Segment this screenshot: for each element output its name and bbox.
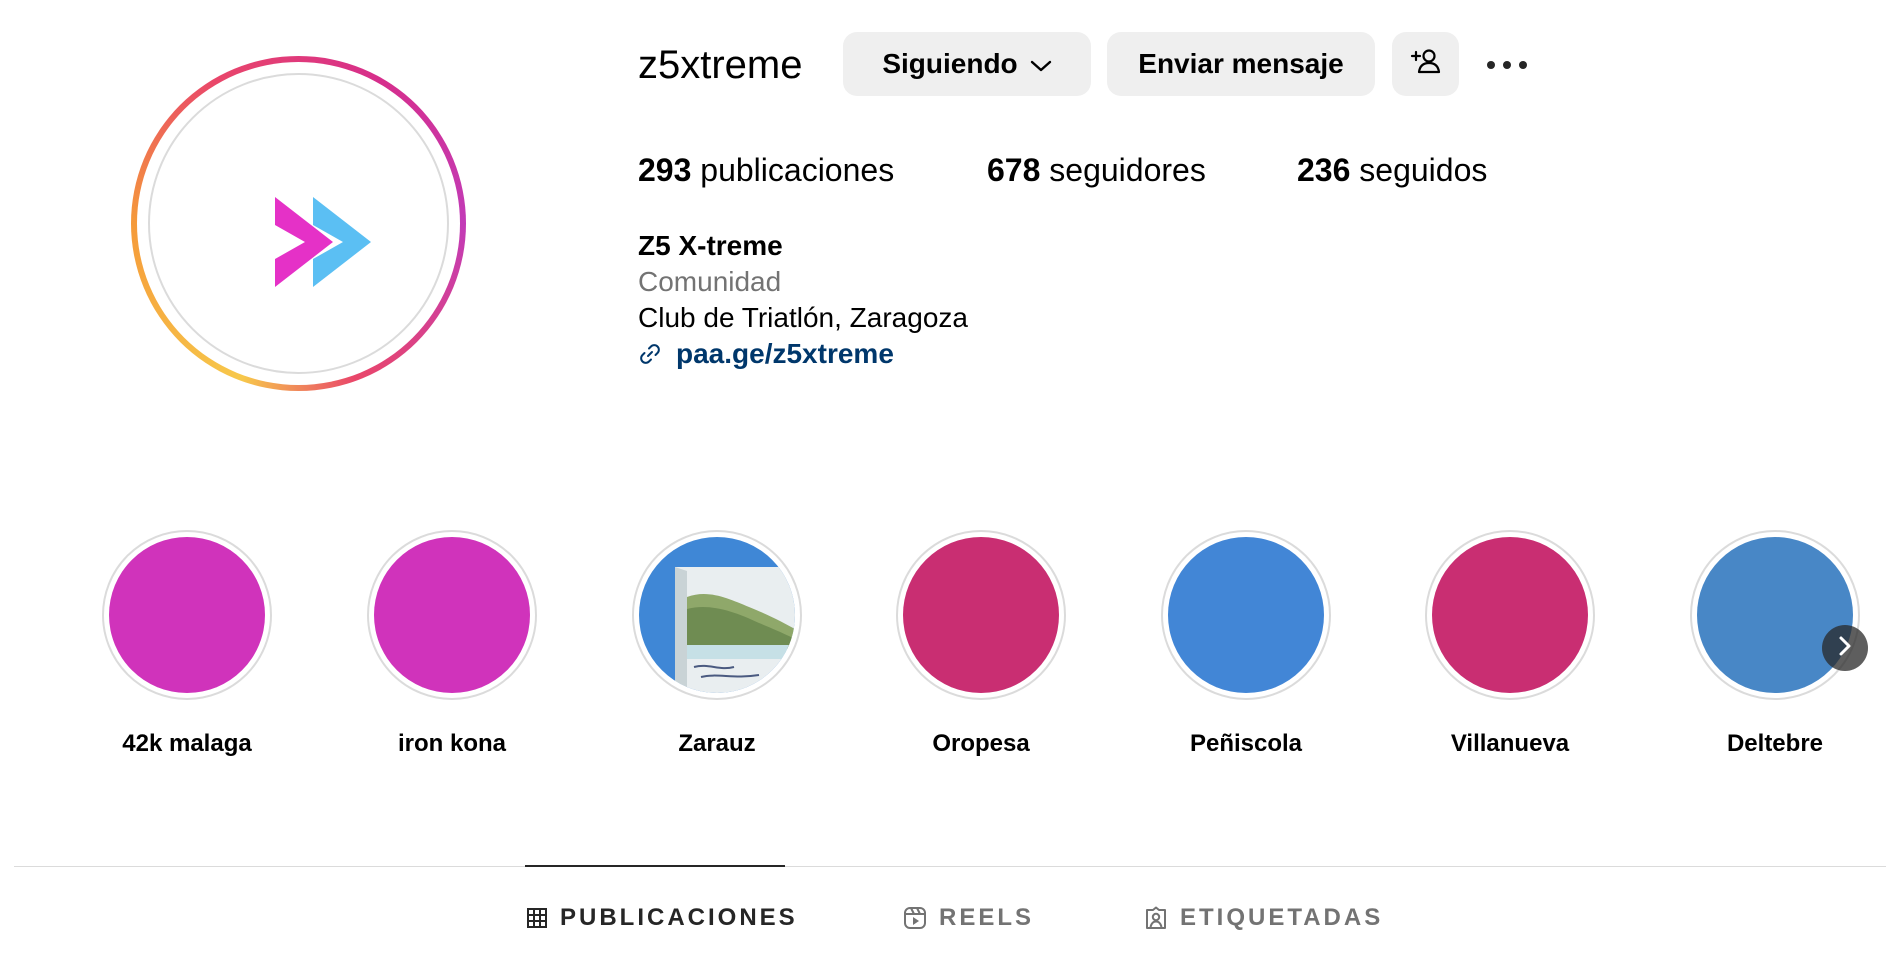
- highlight-label: iron kona: [397, 730, 506, 757]
- followers-label: seguidores: [1049, 152, 1206, 188]
- highlight-cover: [1432, 537, 1588, 693]
- following-count: 236: [1297, 152, 1351, 188]
- bio-name: Z5 X-treme: [638, 230, 783, 261]
- highlight-ring: [1425, 530, 1595, 700]
- tab-reels-label: REELS: [939, 904, 1035, 931]
- more-dot: [1487, 61, 1495, 69]
- more-dot: [1503, 61, 1511, 69]
- active-tab-indicator: [525, 865, 785, 867]
- bio-category: Comunidad: [638, 266, 782, 297]
- highlight-label: Peñiscola: [1189, 730, 1303, 757]
- highlight-cover: [639, 537, 795, 693]
- profile-avatar[interactable]: [131, 56, 466, 391]
- highlight-label: Deltebre: [1726, 730, 1824, 757]
- send-message-button[interactable]: Enviar mensaje: [1107, 32, 1375, 96]
- chevron-down-icon: [1030, 48, 1052, 80]
- tab-reels[interactable]: REELS: [903, 903, 1034, 933]
- avatar-image: [148, 73, 449, 374]
- highlight-ring: [102, 530, 272, 700]
- followers-count: 678: [987, 152, 1041, 188]
- posts-stat: 293 publicaciones: [638, 150, 894, 190]
- tabs-divider: [14, 866, 1886, 867]
- followers-stat[interactable]: 678 seguidores: [987, 150, 1206, 190]
- chevron-right-icon: [1836, 635, 1854, 662]
- following-stat[interactable]: 236 seguidos: [1297, 150, 1487, 190]
- tab-tagged[interactable]: ETIQUETADAS: [1144, 903, 1383, 933]
- grid-icon: [526, 907, 548, 929]
- highlight-label: 42k malaga: [122, 730, 252, 757]
- add-user-icon: [1410, 47, 1442, 82]
- double-chevron-logo: [275, 197, 371, 287]
- highlight-ring: [632, 530, 802, 700]
- highlight-peniscola[interactable]: Peñiscola: [1146, 530, 1346, 759]
- highlight-villanueva[interactable]: Villanueva: [1410, 530, 1610, 759]
- highlight-cover: [109, 537, 265, 693]
- highlight-iron-kona[interactable]: iron kona: [352, 530, 552, 759]
- highlight-label: Villanueva: [1450, 730, 1570, 757]
- more-dot: [1519, 61, 1527, 69]
- highlight-oropesa[interactable]: Oropesa: [881, 530, 1081, 759]
- highlight-zarauz[interactable]: Zarauz: [617, 530, 817, 759]
- highlight-ring: [1690, 530, 1860, 700]
- more-options-icon[interactable]: [1482, 50, 1532, 80]
- highlight-cover: [1697, 537, 1853, 693]
- tagged-icon: [1144, 906, 1168, 930]
- reels-icon: [903, 906, 927, 930]
- profile-username: z5xtreme: [638, 43, 803, 87]
- highlight-ring: [367, 530, 537, 700]
- bio-link-text: paa.ge/z5xtreme: [676, 338, 894, 369]
- send-message-label: Enviar mensaje: [1138, 48, 1344, 79]
- highlight-label: Oropesa: [932, 730, 1030, 757]
- highlight-ring: [1161, 530, 1331, 700]
- highlight-cover: [1168, 537, 1324, 693]
- tab-posts[interactable]: PUBLICACIONES: [526, 903, 798, 933]
- tab-tagged-label: ETIQUETADAS: [1180, 904, 1384, 931]
- bio-description: Club de Triatlón, Zaragoza: [638, 302, 968, 333]
- highlight-42k-malaga[interactable]: 42k malaga: [87, 530, 287, 759]
- posts-count: 293: [638, 152, 692, 188]
- highlight-ring: [896, 530, 1066, 700]
- highlight-cover: [374, 537, 530, 693]
- tab-posts-label: PUBLICACIONES: [560, 904, 798, 931]
- highlight-label: Zarauz: [678, 730, 756, 757]
- beach-sketch-image: [675, 567, 795, 693]
- highlights-next-button[interactable]: [1822, 625, 1868, 671]
- following-button-label: Siguiendo: [882, 48, 1018, 79]
- link-icon: [638, 342, 662, 366]
- posts-label: publicaciones: [700, 152, 895, 188]
- following-label: seguidos: [1359, 152, 1488, 188]
- bio-link[interactable]: paa.ge/z5xtreme: [638, 336, 894, 372]
- highlight-cover: [903, 537, 1059, 693]
- following-button[interactable]: Siguiendo: [843, 32, 1091, 96]
- add-user-button[interactable]: [1392, 32, 1459, 96]
